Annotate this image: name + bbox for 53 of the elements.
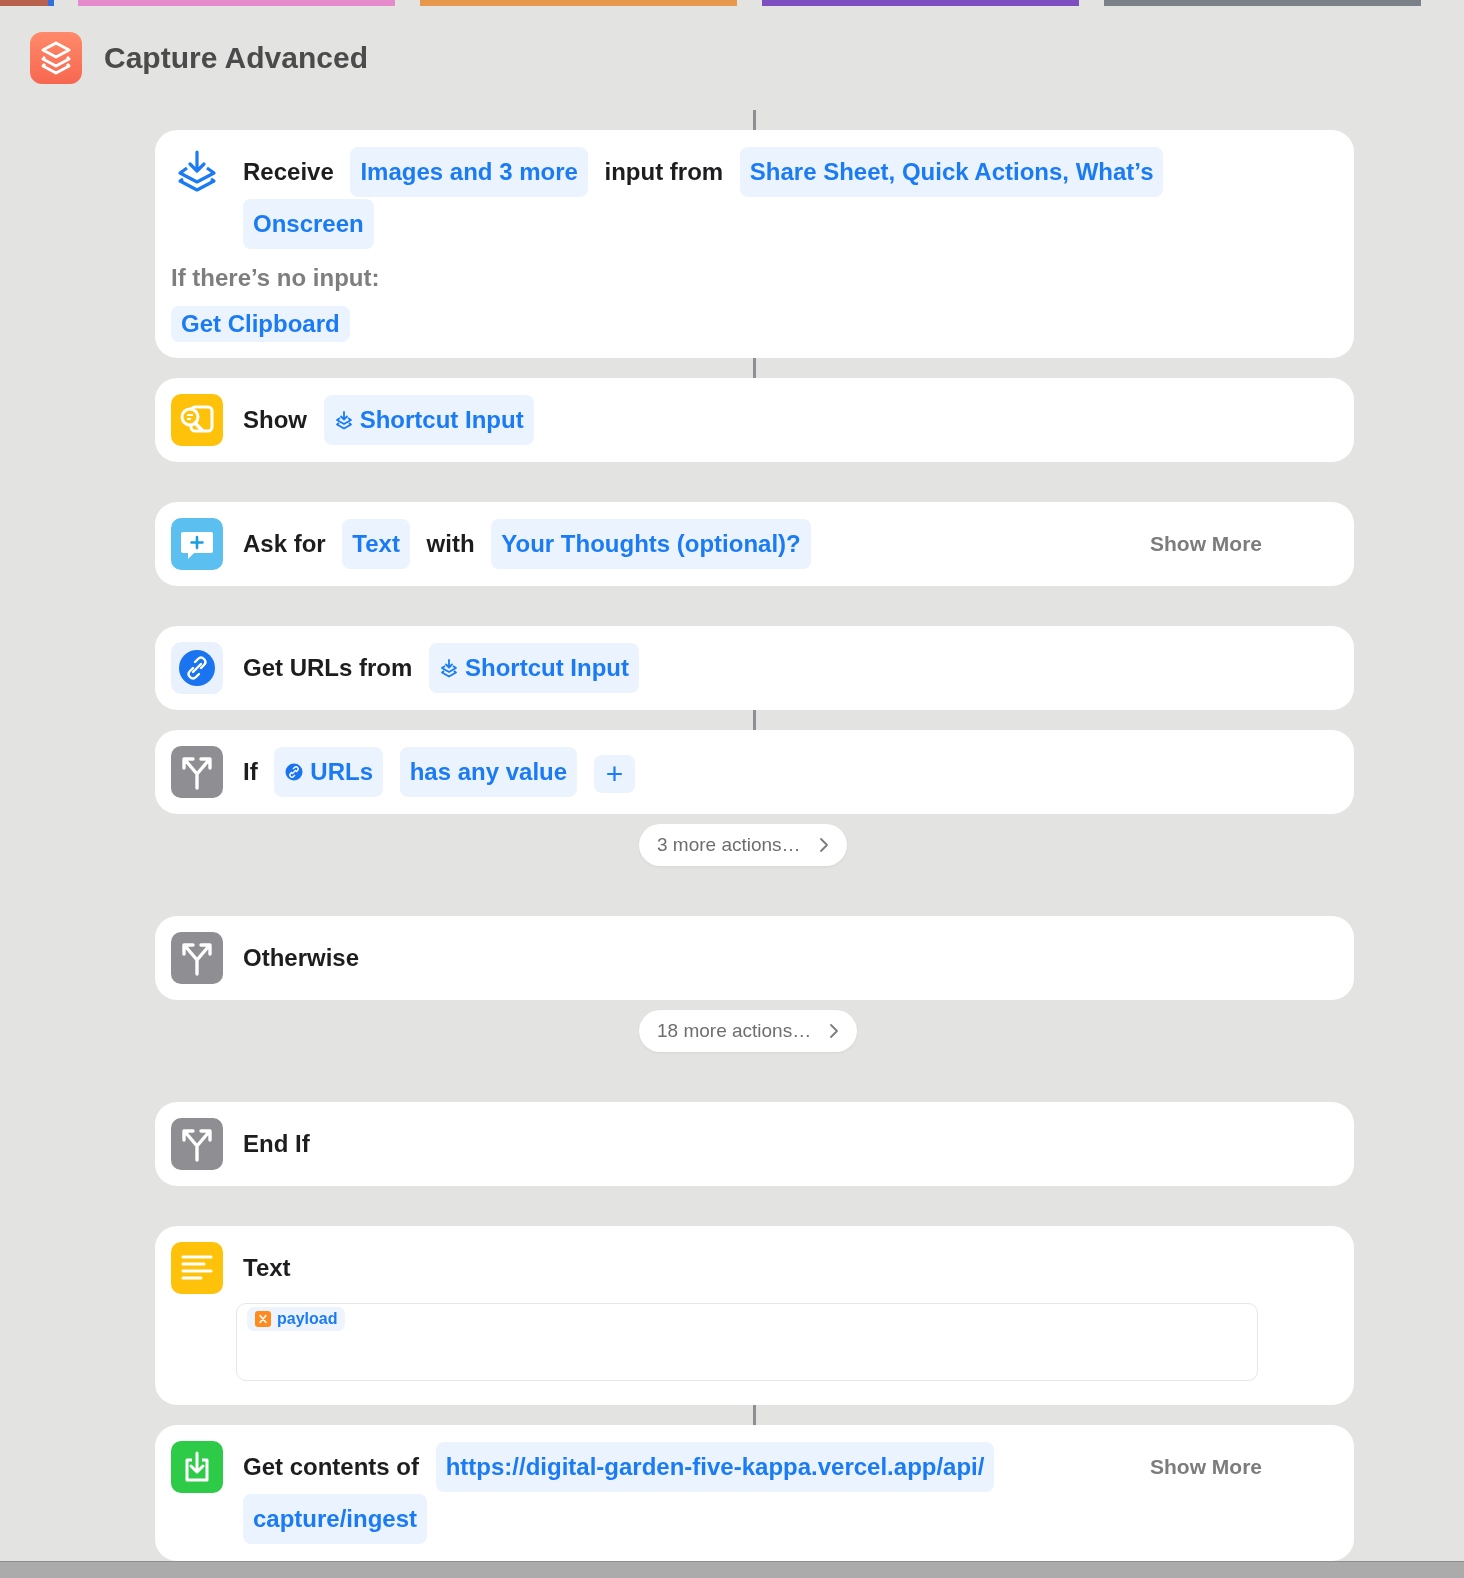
parameter-token[interactable]: capture/ingest [243, 1494, 428, 1544]
branch-icon [171, 1118, 223, 1170]
tab-strip[interactable] [78, 0, 395, 6]
link-icon [171, 642, 223, 694]
parameter-token[interactable]: Shortcut Input [323, 395, 534, 445]
more-actions-button[interactable]: 3 more actions… [639, 824, 847, 866]
parameter-token[interactable]: has any value [399, 747, 578, 797]
chevron-icon [829, 1023, 840, 1039]
action-label: End If [243, 1130, 310, 1157]
parameter-token[interactable]: Get Clipboard [171, 306, 350, 342]
parameter-token[interactable]: Shortcut Input [429, 643, 639, 693]
action-label: Get URLs from [243, 654, 413, 681]
show-more-link[interactable]: Show More [1150, 518, 1262, 570]
chevron-icon [818, 837, 829, 853]
app-icon [30, 32, 82, 84]
parameter-token[interactable]: https://digital-garden-five-kappa.vercel.app/api/ [435, 1442, 995, 1492]
parameter-token[interactable]: Images and 3 more [350, 147, 588, 197]
action-label: Ask for [243, 530, 326, 557]
search-icon [171, 394, 223, 446]
branch-icon [171, 932, 223, 984]
parameter-token[interactable]: Text [342, 519, 410, 569]
parameter-token[interactable]: Share Sheet, Quick Actions, What’s [739, 147, 1164, 197]
more-actions-button[interactable]: 18 more actions… [639, 1010, 858, 1052]
parameter-token[interactable]: Onscreen [243, 199, 374, 249]
tab-strip[interactable] [1104, 0, 1421, 6]
text-lines-icon [171, 1242, 223, 1294]
add-condition-button[interactable]: + [593, 754, 636, 793]
parameter-token[interactable]: Your Thoughts (optional)? [491, 519, 811, 569]
tab-strip[interactable] [48, 0, 54, 6]
show-more-link[interactable]: Show More [1150, 1441, 1262, 1493]
text-field[interactable]: payload [236, 1303, 1258, 1381]
action-label: Otherwise [243, 944, 360, 971]
download-icon [171, 1441, 223, 1493]
action-label: Get contents of [243, 1453, 419, 1480]
link-icon [284, 762, 305, 782]
layers-icon [333, 410, 354, 430]
branch-icon [171, 746, 223, 798]
action-label: Receive [243, 158, 334, 185]
variable-icon [255, 1311, 271, 1327]
parameter-token[interactable]: URLs [274, 747, 383, 797]
layers-icon [439, 658, 460, 678]
fallback-label: If there’s no input: [171, 263, 381, 293]
tab-strip[interactable] [0, 0, 48, 6]
action-label: input from [604, 158, 724, 185]
tab-strip[interactable] [420, 0, 737, 6]
variable-token[interactable]: payload [247, 1307, 346, 1331]
action-label: If [243, 758, 258, 785]
action-label: with [426, 530, 475, 557]
action-label: Text [243, 1254, 291, 1281]
tab-strip[interactable] [762, 0, 1079, 6]
speech-bubble-icon [171, 518, 223, 570]
action-label: Show [243, 406, 307, 433]
window-title: Capture Advanced [104, 41, 368, 75]
